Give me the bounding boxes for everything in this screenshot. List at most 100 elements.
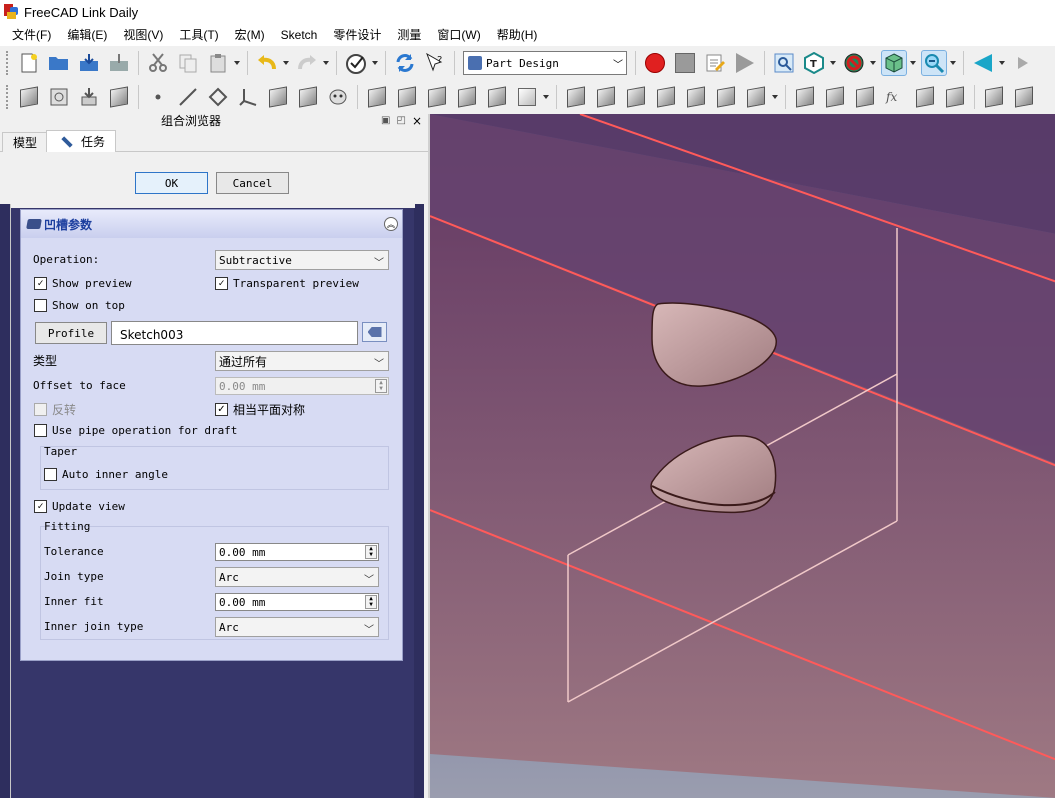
- menu-edit[interactable]: 编辑(E): [59, 24, 115, 46]
- redo-dropdown[interactable]: [322, 50, 330, 76]
- chamfer-button[interactable]: [1011, 84, 1037, 110]
- cut-button[interactable]: [145, 50, 171, 76]
- check-geometry-button[interactable]: [343, 50, 369, 76]
- spin-arrows-icon[interactable]: ▲ ▼: [365, 595, 377, 609]
- pad-button[interactable]: [364, 84, 390, 110]
- type-select[interactable]: 通过所有 ﹀: [215, 351, 389, 371]
- join-type-select[interactable]: Arc ﹀: [215, 567, 379, 587]
- std-view-fit-button[interactable]: [771, 50, 797, 76]
- selection-filter-button[interactable]: [841, 50, 867, 76]
- cancel-button[interactable]: Cancel: [216, 172, 289, 194]
- menu-window[interactable]: 窗口(W): [429, 24, 488, 46]
- create-sketch-button[interactable]: [46, 84, 72, 110]
- collapse-icon[interactable]: ︽: [384, 217, 398, 231]
- back-dropdown[interactable]: [998, 50, 1006, 76]
- reversed-checkbox[interactable]: 反转: [34, 401, 76, 418]
- spin-arrows-icon[interactable]: ▲ ▼: [365, 545, 377, 559]
- spin-arrows-icon[interactable]: ▲ ▼: [375, 379, 387, 393]
- operation-select[interactable]: Subtractive ﹀: [215, 250, 389, 270]
- update-view-checkbox[interactable]: ✓ Update view: [34, 500, 125, 513]
- show-preview-checkbox[interactable]: ✓ Show preview: [34, 277, 131, 290]
- open-file-button[interactable]: [46, 50, 72, 76]
- menu-file[interactable]: 文件(F): [4, 24, 59, 46]
- forward-button[interactable]: [1010, 50, 1036, 76]
- datum-point-button[interactable]: [145, 84, 171, 110]
- fillet-button[interactable]: [981, 84, 1007, 110]
- save-as-button[interactable]: [106, 50, 132, 76]
- copy-button[interactable]: [175, 50, 201, 76]
- datum-line-button[interactable]: [175, 84, 201, 110]
- additive-primitive-dropdown[interactable]: [542, 84, 550, 110]
- loft-button[interactable]: [424, 84, 450, 110]
- draw-style-dropdown[interactable]: [829, 50, 837, 76]
- inner-fit-input[interactable]: 0.00 mm ▲ ▼: [215, 593, 379, 611]
- local-cs-button[interactable]: [235, 84, 261, 110]
- toolbar-grip[interactable]: [6, 51, 10, 75]
- expression-button[interactable]: fx: [882, 84, 908, 110]
- profile-button[interactable]: Profile: [35, 322, 107, 344]
- dock-restore-icon[interactable]: ◰: [396, 114, 405, 128]
- additive-primitive-button[interactable]: [514, 84, 540, 110]
- transparent-preview-checkbox[interactable]: ✓ Transparent preview: [215, 277, 359, 290]
- undo-dropdown[interactable]: [282, 50, 290, 76]
- groove-button[interactable]: [623, 84, 649, 110]
- check-dropdown[interactable]: [371, 50, 379, 76]
- menu-measure[interactable]: 测量: [389, 24, 429, 46]
- refresh-button[interactable]: [392, 50, 418, 76]
- whats-this-button[interactable]: ?: [422, 50, 448, 76]
- undo-button[interactable]: [254, 50, 280, 76]
- inner-join-select[interactable]: Arc ﹀: [215, 617, 379, 637]
- datum-plane-button[interactable]: [205, 84, 231, 110]
- menu-macro[interactable]: 宏(M): [227, 24, 273, 46]
- subtractive-pipe-button[interactable]: [683, 84, 709, 110]
- subtractive-primitive-dropdown[interactable]: [771, 84, 779, 110]
- view-dropdown[interactable]: [909, 50, 917, 76]
- symmetric-checkbox[interactable]: ✓ 相当平面对称: [215, 401, 305, 418]
- multi-transform-button[interactable]: [912, 84, 938, 110]
- validate-sketch-button[interactable]: [106, 84, 132, 110]
- mirrored-button[interactable]: [792, 84, 818, 110]
- menu-tools[interactable]: 工具(T): [171, 24, 226, 46]
- paste-dropdown[interactable]: [233, 50, 241, 76]
- menu-sketch[interactable]: Sketch: [273, 24, 326, 46]
- pipe-button[interactable]: [454, 84, 480, 110]
- menu-view[interactable]: 视图(V): [115, 24, 171, 46]
- new-file-button[interactable]: [16, 50, 42, 76]
- view-isometric-button[interactable]: [881, 50, 907, 76]
- macro-record-button[interactable]: [642, 50, 668, 76]
- attach-sketch-button[interactable]: [76, 84, 102, 110]
- tolerance-input[interactable]: 0.00 mm ▲ ▼: [215, 543, 379, 561]
- scaled-button[interactable]: [942, 84, 968, 110]
- helix-button[interactable]: [484, 84, 510, 110]
- 3d-viewport[interactable]: [428, 114, 1055, 798]
- macro-run-button[interactable]: [732, 50, 758, 76]
- macro-edit-button[interactable]: [702, 50, 728, 76]
- menu-help[interactable]: 帮助(H): [489, 24, 546, 46]
- workbench-selector[interactable]: Part Design ﹀: [463, 51, 627, 75]
- macro-stop-button[interactable]: [672, 50, 698, 76]
- clone-button[interactable]: [325, 84, 351, 110]
- show-on-top-checkbox[interactable]: Show on top: [34, 299, 125, 312]
- back-button[interactable]: [970, 50, 996, 76]
- profile-field[interactable]: Sketch003: [111, 321, 358, 345]
- auto-inner-angle-checkbox[interactable]: Auto inner angle: [44, 468, 168, 481]
- pocket-button[interactable]: [563, 84, 589, 110]
- shape-binder-button[interactable]: [265, 84, 291, 110]
- subtractive-primitive-button[interactable]: [743, 84, 769, 110]
- paste-button[interactable]: [205, 50, 231, 76]
- pipe-draft-checkbox[interactable]: Use pipe operation for draft: [34, 424, 237, 437]
- redo-button[interactable]: [294, 50, 320, 76]
- zoom-button[interactable]: [921, 50, 947, 76]
- draw-style-button[interactable]: T: [801, 50, 827, 76]
- revolution-button[interactable]: [394, 84, 420, 110]
- polar-pattern-button[interactable]: [852, 84, 878, 110]
- tab-model[interactable]: 模型: [2, 132, 49, 152]
- save-button[interactable]: [76, 50, 102, 76]
- dock-float-icon[interactable]: ▣: [381, 114, 390, 128]
- offset-input[interactable]: 0.00 mm ▲ ▼: [215, 377, 389, 395]
- tab-task[interactable]: 任务: [46, 130, 117, 153]
- clear-profile-button[interactable]: [362, 322, 387, 342]
- ok-button[interactable]: OK: [135, 172, 208, 194]
- subtractive-helix-button[interactable]: [713, 84, 739, 110]
- hole-button[interactable]: [593, 84, 619, 110]
